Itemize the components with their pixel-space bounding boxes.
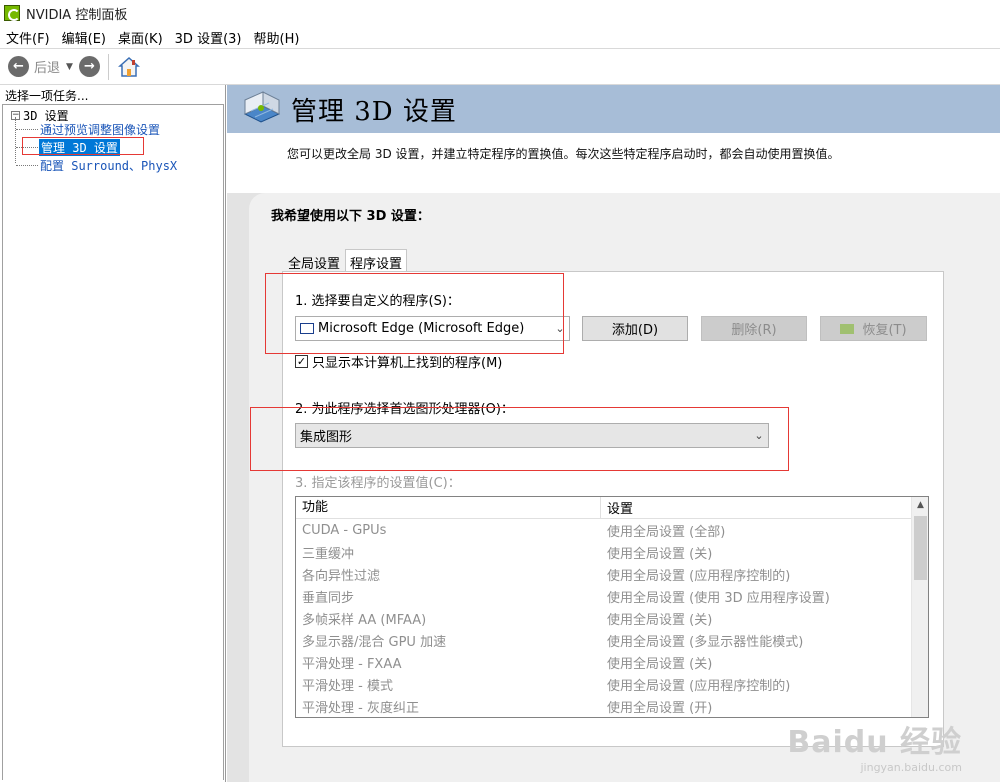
settings-heading: 我希望使用以下 3D 设置：: [271, 209, 430, 224]
chevron-down-icon: ⌄: [754, 429, 764, 442]
program-select[interactable]: Microsoft Edge (Microsoft Edge) ⌄: [295, 316, 570, 341]
setting-cell: 使用全局设置 (全部): [607, 524, 726, 540]
feature-cell: 平滑处理 - 灰度纠正: [302, 700, 419, 716]
table-row[interactable]: 平滑处理 - FXAA 使用全局设置 (关): [296, 651, 928, 673]
scroll-thumb[interactable]: [914, 516, 927, 580]
feature-cell: 平滑处理 - FXAA: [302, 656, 402, 672]
menu-3d-settings[interactable]: 3D 设置(3): [175, 28, 242, 47]
graphics-processor-select[interactable]: 集成图形 ⌄: [295, 423, 769, 448]
task-pane-header: 选择一项任务...: [5, 89, 89, 103]
tab-program-settings[interactable]: 程序设置: [345, 249, 408, 272]
forward-arrow-icon[interactable]: →: [78, 56, 100, 77]
menu-edit[interactable]: 编辑(E): [62, 28, 106, 47]
back-button-label[interactable]: 后退: [34, 57, 60, 76]
tab-global-settings[interactable]: 全局设置: [283, 249, 345, 272]
table-row[interactable]: 多帧采样 AA (MFAA) 使用全局设置 (关): [296, 607, 928, 629]
column-header-setting: 设置: [607, 502, 634, 517]
setting-cell: 使用全局设置 (应用程序控制的): [607, 678, 791, 694]
menu-file[interactable]: 文件(F): [6, 28, 50, 47]
tree-item-configure-surround-physx[interactable]: 配置 Surround、PhysX: [40, 157, 177, 174]
back-history-dropdown-icon[interactable]: ▼: [66, 62, 73, 72]
setting-cell: 使用全局设置 (关): [607, 546, 713, 562]
step2-label: 2. 为此程序选择首选图形处理器(O)：: [295, 402, 514, 417]
feature-cell: 多显示器/混合 GPU 加速: [302, 634, 447, 650]
tree-connector: [15, 117, 16, 163]
toolbar: ← 后退 ▼ →: [0, 48, 1000, 85]
grid-header: 功能 设置: [296, 497, 928, 519]
menu-bar: 文件(F) 编辑(E) 桌面(K) 3D 设置(3) 帮助(H): [0, 26, 1000, 48]
description-area: 您可以更改全局 3D 设置，并建立特定程序的置换值。每次这些特定程序启动时，都会…: [227, 133, 1000, 193]
page-title: 管理 3D 设置: [291, 96, 457, 127]
menu-desktop[interactable]: 桌面(K): [118, 28, 163, 47]
feature-cell: 三重缓冲: [302, 546, 355, 562]
setting-cell: 使用全局设置 (关): [607, 612, 713, 628]
page-description: 您可以更改全局 3D 设置，并建立特定程序的置换值。每次这些特定程序启动时，都会…: [287, 147, 840, 161]
window-title: NVIDIA 控制面板: [26, 7, 128, 23]
tree-item-adjust-image-preview[interactable]: 通过预览调整图像设置: [40, 121, 160, 138]
table-row[interactable]: 各向异性过滤 使用全局设置 (应用程序控制的): [296, 563, 928, 585]
app-window-icon: [300, 323, 314, 334]
title-bar: NVIDIA 控制面板: [0, 0, 1000, 26]
add-program-button[interactable]: 添加(D): [582, 316, 688, 341]
feature-cell: 多帧采样 AA (MFAA): [302, 612, 427, 628]
home-icon[interactable]: [117, 55, 141, 79]
table-row[interactable]: 垂直同步 使用全局设置 (使用 3D 应用程序设置): [296, 585, 928, 607]
main-content: 管理 3D 设置 您可以更改全局 3D 设置，并建立特定程序的置换值。每次这些特…: [227, 85, 1000, 782]
watermark-url: jingyan.baidu.com: [860, 761, 962, 774]
feature-cell: 平滑处理 - 模式: [302, 678, 393, 694]
setting-cell: 使用全局设置 (开): [607, 700, 713, 716]
tree-connector: [16, 165, 38, 166]
show-found-programs-row[interactable]: ✓ 只显示本计算机上找到的程序(M): [295, 352, 502, 371]
task-tree: − 3D 设置 通过预览调整图像设置 管理 3D 设置 配置 Surround、…: [2, 104, 224, 780]
table-row[interactable]: 平滑处理 - 灰度纠正 使用全局设置 (开): [296, 695, 928, 717]
show-found-programs-checkbox[interactable]: ✓: [295, 355, 308, 368]
restore-button-label: 恢复(T): [862, 323, 907, 338]
back-arrow-icon[interactable]: ←: [8, 56, 29, 77]
step1-label: 1. 选择要自定义的程序(S)：: [295, 294, 460, 309]
table-row[interactable]: 平滑处理 - 模式 使用全局设置 (应用程序控制的): [296, 673, 928, 695]
3d-settings-icon: [239, 90, 283, 128]
setting-cell: 使用全局设置 (多显示器性能模式): [607, 634, 804, 650]
chevron-down-icon: ⌄: [555, 322, 565, 335]
task-pane: 选择一项任务... − 3D 设置 通过预览调整图像设置 管理 3D 设置 配置…: [0, 85, 226, 782]
settings-card: 我希望使用以下 3D 设置： 全局设置 程序设置 1. 选择要自定义的程序(S)…: [249, 193, 1000, 782]
settings-grid[interactable]: 功能 设置 CUDA - GPUs 使用全局设置 (全部) 三重缓冲 使用全局设置 …: [295, 496, 929, 718]
table-row[interactable]: CUDA - GPUs 使用全局设置 (全部): [296, 519, 928, 541]
step3-label: 3. 指定该程序的设置值(C)：: [295, 476, 461, 491]
program-select-value: Microsoft Edge (Microsoft Edge): [318, 321, 525, 336]
setting-cell: 使用全局设置 (使用 3D 应用程序设置): [607, 590, 830, 606]
vertical-scrollbar[interactable]: ▲: [911, 497, 928, 717]
graphics-processor-value: 集成图形: [300, 430, 353, 445]
feature-cell: 各向异性过滤: [302, 568, 381, 584]
setting-cell: 使用全局设置 (应用程序控制的): [607, 568, 791, 584]
show-found-programs-label: 只显示本计算机上找到的程序(M): [312, 356, 503, 371]
menu-help[interactable]: 帮助(H): [254, 28, 300, 47]
feature-cell: CUDA - GPUs: [302, 522, 387, 538]
toolbar-separator: [107, 53, 109, 80]
scroll-up-icon[interactable]: ▲: [912, 497, 928, 514]
feature-cell: 垂直同步: [302, 590, 355, 606]
program-settings-panel: 1. 选择要自定义的程序(S)： Microsoft Edge (Microso…: [282, 271, 944, 747]
restore-program-button[interactable]: 恢复(T): [820, 316, 927, 341]
nvidia-logo-icon: [4, 5, 20, 21]
nvidia-restore-icon: [840, 323, 855, 334]
tree-connector: [16, 147, 38, 148]
setting-cell: 使用全局设置 (关): [607, 656, 713, 672]
remove-program-button[interactable]: 删除(R): [701, 316, 807, 341]
baidu-watermark: Baidu 经验 jingyan.baidu.com: [787, 717, 962, 774]
column-header-feature: 功能: [296, 497, 601, 519]
tree-connector: [16, 129, 38, 130]
page-banner: 管理 3D 设置: [227, 85, 1000, 133]
tree-item-manage-3d-settings[interactable]: 管理 3D 设置: [39, 139, 120, 156]
watermark-logo: Baidu 经验: [787, 725, 962, 760]
settings-tabs: 全局设置 程序设置: [283, 249, 408, 272]
table-row[interactable]: 三重缓冲 使用全局设置 (关): [296, 541, 928, 563]
table-row[interactable]: 多显示器/混合 GPU 加速 使用全局设置 (多显示器性能模式): [296, 629, 928, 651]
